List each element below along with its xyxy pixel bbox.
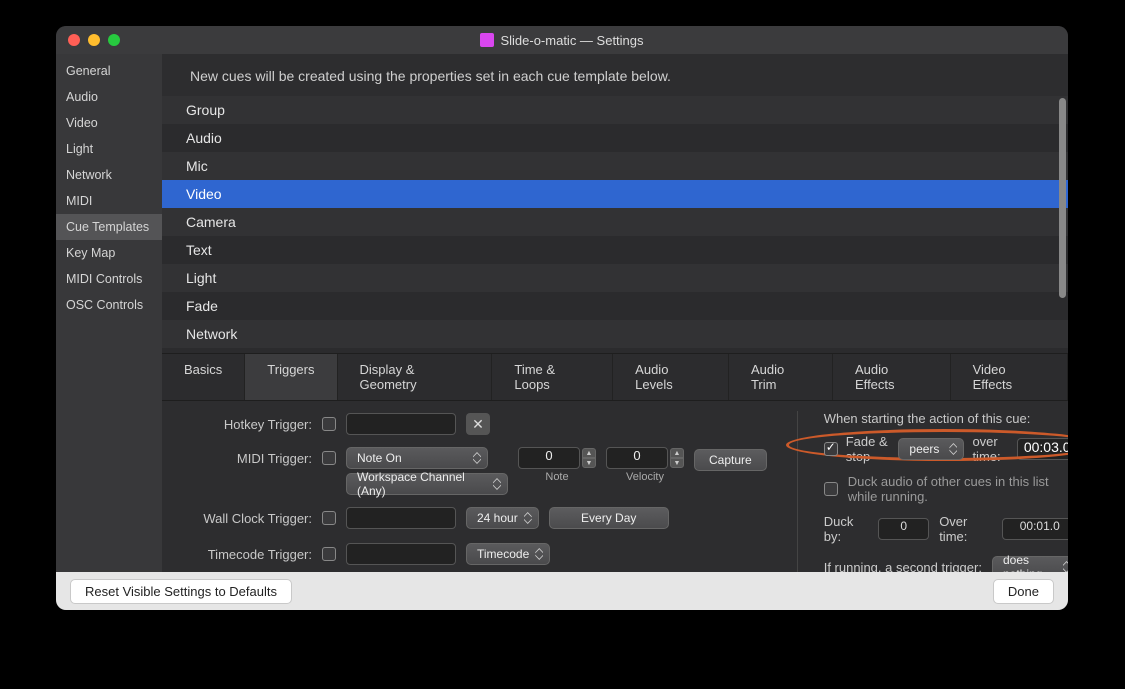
midi-capture-button[interactable]: Capture [694, 449, 767, 471]
timecode-label: Timecode Trigger: [182, 547, 312, 562]
triggers-panel: Hotkey Trigger: ✕ MIDI Trigger: Note On … [162, 401, 1068, 572]
tab-basics[interactable]: Basics [162, 354, 245, 400]
sidebar-item-osc-controls[interactable]: OSC Controls [56, 292, 162, 318]
midi-checkbox[interactable] [322, 451, 336, 465]
hotkey-clear-button[interactable]: ✕ [466, 413, 490, 435]
duck-by-input[interactable]: 0 [878, 518, 929, 540]
timecode-input[interactable] [346, 543, 456, 565]
titlebar: Slide-o-matic — Settings [56, 26, 1068, 54]
wallclock-checkbox[interactable] [322, 511, 336, 525]
sidebar-item-audio[interactable]: Audio [56, 84, 162, 110]
midi-vel-caption: Velocity [607, 471, 683, 483]
timecode-checkbox[interactable] [322, 547, 336, 561]
cue-template-row[interactable]: Group [162, 96, 1068, 124]
scrollbar-thumb[interactable] [1059, 98, 1066, 298]
cue-template-row[interactable]: MIDI [162, 348, 1068, 353]
midi-vel-input[interactable]: 0 [606, 447, 668, 469]
window-title: Slide-o-matic — Settings [500, 33, 643, 48]
sidebar-item-general[interactable]: General [56, 58, 162, 84]
settings-window: Slide-o-matic — Settings GeneralAudioVid… [56, 26, 1068, 610]
cue-template-row[interactable]: Light [162, 264, 1068, 292]
duck-over-input[interactable]: 00:01.0 [1002, 518, 1068, 540]
sidebar-item-midi[interactable]: MIDI [56, 188, 162, 214]
tab-audio-effects[interactable]: Audio Effects [833, 354, 951, 400]
cue-template-row[interactable]: Video [162, 180, 1068, 208]
settings-sidebar: GeneralAudioVideoLightNetworkMIDICue Tem… [56, 54, 162, 572]
zoom-icon[interactable] [108, 34, 120, 46]
footer: Reset Visible Settings to Defaults Done [56, 572, 1068, 610]
minimize-icon[interactable] [88, 34, 100, 46]
duck-over-label: Over time: [939, 514, 992, 544]
sidebar-item-cue-templates[interactable]: Cue Templates [56, 214, 162, 240]
sidebar-item-video[interactable]: Video [56, 110, 162, 136]
tab-audio-levels[interactable]: Audio Levels [613, 354, 729, 400]
action-header: When starting the action of this cue: [824, 411, 1068, 426]
cue-template-row[interactable]: Text [162, 236, 1068, 264]
wallclock-days-button[interactable]: Every Day [549, 507, 669, 529]
hotkey-input[interactable] [346, 413, 456, 435]
done-button[interactable]: Done [993, 579, 1054, 604]
duck-by-label: Duck by: [824, 514, 869, 544]
cue-template-list[interactable]: GroupAudioMicVideoCameraTextLightFadeNet… [162, 96, 1068, 353]
cue-template-row[interactable]: Audio [162, 124, 1068, 152]
fade-stop-time-input[interactable]: 00:03.0 [1017, 438, 1068, 460]
sidebar-item-light[interactable]: Light [56, 136, 162, 162]
midi-note-stepper[interactable]: ▲▼ [582, 448, 596, 468]
fade-stop-label: Fade & stop [846, 434, 891, 464]
sidebar-item-midi-controls[interactable]: MIDI Controls [56, 266, 162, 292]
cue-template-row[interactable]: Mic [162, 152, 1068, 180]
scrollbar-track[interactable] [1059, 98, 1066, 351]
tab-triggers[interactable]: Triggers [245, 354, 337, 400]
midi-note-input[interactable]: 0 [518, 447, 580, 469]
midi-note-caption: Note [519, 471, 595, 483]
duck-label: Duck audio of other cues in this list wh… [848, 474, 1068, 504]
fade-stop-over-label: over time: [972, 434, 1008, 464]
wallclock-mode-select[interactable]: 24 hour [466, 507, 539, 529]
fade-stop-target-select[interactable]: peers [898, 438, 964, 460]
second-trigger-select[interactable]: does nothing [992, 556, 1068, 572]
tab-display-geometry[interactable]: Display & Geometry [338, 354, 493, 400]
cue-template-row[interactable]: Fade [162, 292, 1068, 320]
hotkey-checkbox[interactable] [322, 417, 336, 431]
timecode-mode-select[interactable]: Timecode [466, 543, 550, 565]
midi-vel-stepper[interactable]: ▲▼ [670, 448, 684, 468]
duck-checkbox[interactable] [824, 482, 838, 496]
wallclock-input[interactable] [346, 507, 456, 529]
app-icon [480, 33, 494, 47]
midi-type-select[interactable]: Note On [346, 447, 488, 469]
midi-channel-select[interactable]: Workspace Channel (Any) [346, 473, 508, 495]
fade-stop-checkbox[interactable] [824, 442, 838, 456]
reset-defaults-button[interactable]: Reset Visible Settings to Defaults [70, 579, 292, 604]
midi-label: MIDI Trigger: [182, 447, 312, 466]
tab-audio-trim[interactable]: Audio Trim [729, 354, 833, 400]
tab-video-effects[interactable]: Video Effects [951, 354, 1068, 400]
hint-text: New cues will be created using the prope… [162, 54, 1068, 96]
cue-template-row[interactable]: Network [162, 320, 1068, 348]
second-trigger-label: If running, a second trigger: [824, 560, 982, 573]
tab-time-loops[interactable]: Time & Loops [492, 354, 613, 400]
cue-template-row[interactable]: Camera [162, 208, 1068, 236]
wallclock-label: Wall Clock Trigger: [182, 511, 312, 526]
close-icon[interactable] [68, 34, 80, 46]
sidebar-item-key-map[interactable]: Key Map [56, 240, 162, 266]
hotkey-label: Hotkey Trigger: [182, 417, 312, 432]
sidebar-item-network[interactable]: Network [56, 162, 162, 188]
inspector-tabs: BasicsTriggersDisplay & GeometryTime & L… [162, 353, 1068, 401]
